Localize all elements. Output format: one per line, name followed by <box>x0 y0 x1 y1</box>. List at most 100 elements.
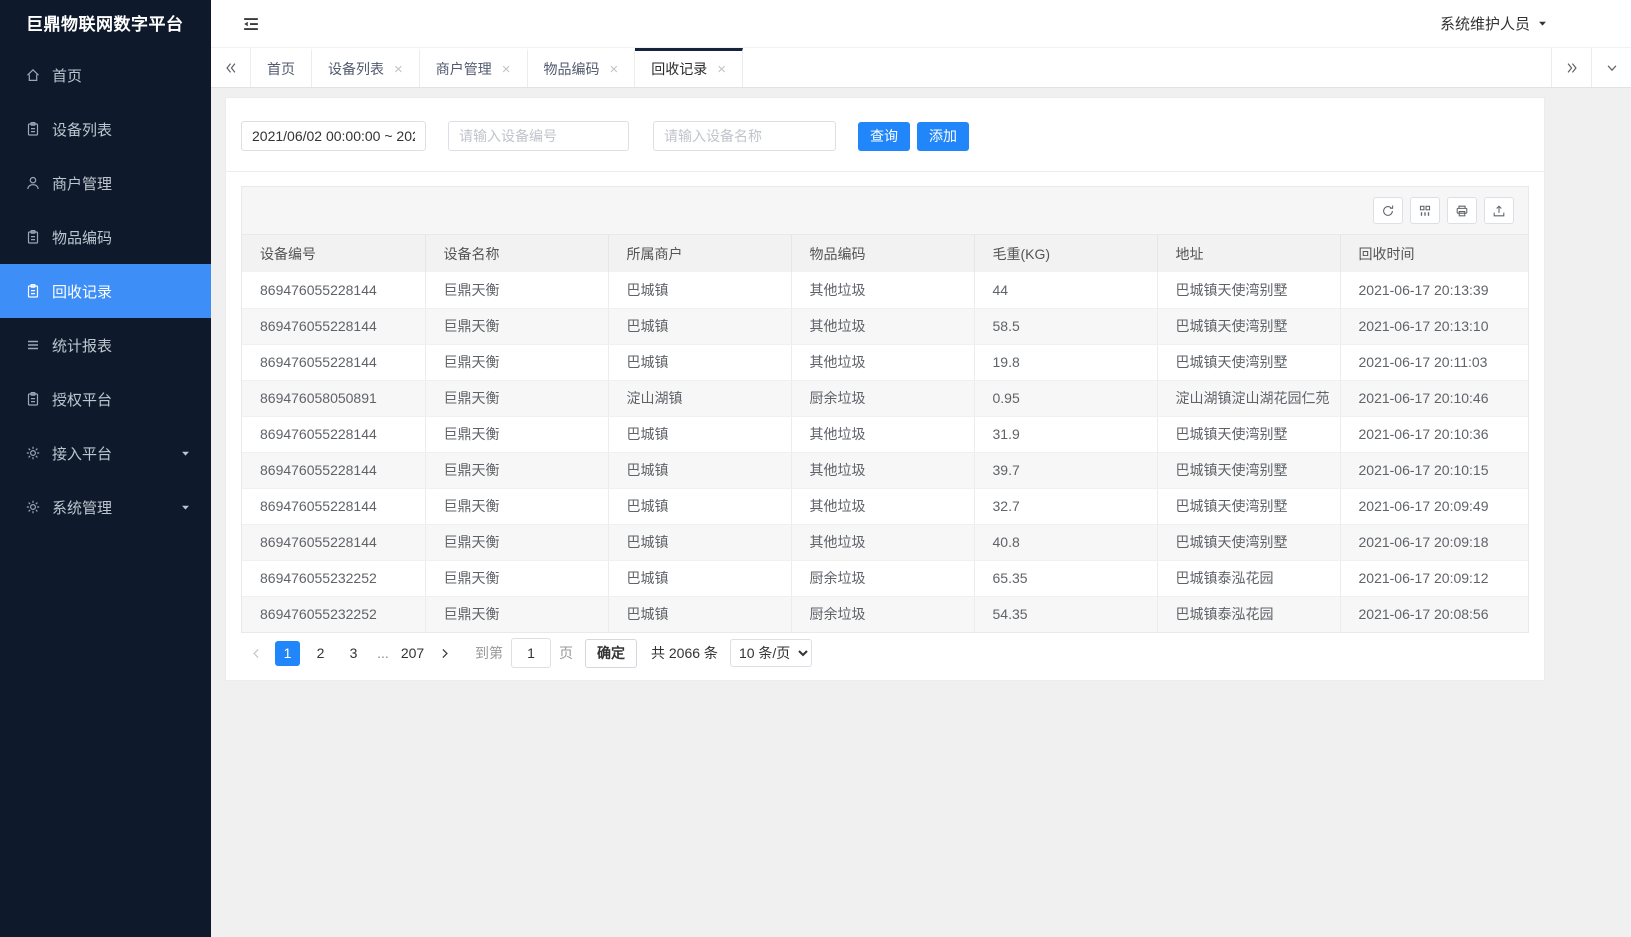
page-content: 查询 添加 设备编号设备名称所属商户物品编码毛重(KG)地址回收时间 86947… <box>211 88 1631 937</box>
table-cell: 巴城镇 <box>608 308 791 344</box>
top-header: 系统维护人员 <box>211 0 1631 48</box>
table-cell: 869476055228144 <box>242 488 425 524</box>
sidebar-item-recycle-records[interactable]: 回收记录 <box>0 264 211 318</box>
device-no-input[interactable] <box>448 121 629 151</box>
tab-close-icon[interactable]: × <box>717 62 726 77</box>
tabs-scroll-right-icon[interactable] <box>1551 48 1591 87</box>
table-block: 设备编号设备名称所属商户物品编码毛重(KG)地址回收时间 86947605522… <box>241 186 1529 633</box>
tabbar: 首页设备列表×商户管理× 物品编码 × 回收记录 × <box>211 48 1631 88</box>
sidebar-item-device-list[interactable]: 设备列表 <box>0 102 211 156</box>
table-cell: 巴城镇天使湾别墅 <box>1157 416 1340 452</box>
table-cell: 39.7 <box>974 452 1157 488</box>
table-cell: 2021-06-17 20:10:15 <box>1340 452 1528 488</box>
sidebar-item-label: 回收记录 <box>52 281 112 302</box>
user-menu[interactable]: 系统维护人员 <box>1440 13 1548 34</box>
page-number-1[interactable]: 1 <box>275 641 300 666</box>
table-cell: 其他垃圾 <box>791 524 974 560</box>
gear-icon <box>25 499 41 515</box>
device-name-input[interactable] <box>653 121 836 151</box>
table-cell: 巴城镇 <box>608 596 791 632</box>
table-cell: 巨鼎天衡 <box>425 560 608 596</box>
table-cell: 淀山湖镇淀山湖花园仁苑 <box>1157 380 1340 416</box>
table-cell: 巴城镇天使湾别墅 <box>1157 524 1340 560</box>
next-page-icon[interactable] <box>433 647 455 660</box>
grid-toolbar <box>242 187 1528 235</box>
table-cell: 869476055228144 <box>242 452 425 488</box>
export-button[interactable] <box>1484 197 1514 224</box>
sidebar-item-access-platform[interactable]: 接入平台 <box>0 426 211 480</box>
table-cell: 2021-06-17 20:13:10 <box>1340 308 1528 344</box>
sidebar-item-statistics-report[interactable]: 统计报表 <box>0 318 211 372</box>
tab-label: 回收记录 <box>651 59 707 79</box>
table-row: 869476055232252巨鼎天衡巴城镇厨余垃圾65.35巴城镇泰泓花园20… <box>242 560 1528 596</box>
table-cell: 32.7 <box>974 488 1157 524</box>
table-cell: 19.8 <box>974 344 1157 380</box>
tabbar-right-controls <box>1551 48 1631 87</box>
tab-close-icon[interactable]: × <box>394 62 403 77</box>
table-cell: 2021-06-17 20:10:36 <box>1340 416 1528 452</box>
table-cell: 巴城镇 <box>608 416 791 452</box>
tab-close-icon[interactable]: × <box>502 62 511 77</box>
tab-device-list[interactable]: 设备列表× <box>312 48 420 87</box>
refresh-icon <box>1381 204 1395 218</box>
table-cell: 869476055228144 <box>242 344 425 380</box>
tab-recycle-records[interactable]: 回收记录 × <box>635 48 743 87</box>
columns-icon <box>1418 204 1432 218</box>
table-cell: 2021-06-17 20:13:39 <box>1340 272 1528 308</box>
gear-icon <box>25 445 41 461</box>
collapse-sidebar-icon[interactable] <box>240 13 262 35</box>
page-number-3[interactable]: 3 <box>341 641 366 666</box>
table-cell: 巨鼎天衡 <box>425 272 608 308</box>
print-button[interactable] <box>1447 197 1477 224</box>
goto-confirm-button[interactable]: 确定 <box>585 639 637 668</box>
table-header-row: 设备编号设备名称所属商户物品编码毛重(KG)地址回收时间 <box>242 235 1528 272</box>
caret-down-icon <box>180 502 191 513</box>
sidebar-item-merchant-management[interactable]: 商户管理 <box>0 156 211 210</box>
tab-close-icon[interactable]: × <box>610 62 619 77</box>
tabs-scroll-left-icon[interactable] <box>211 48 251 87</box>
table-cell: 其他垃圾 <box>791 308 974 344</box>
sidebar-item-home[interactable]: 首页 <box>0 48 211 102</box>
table-row: 869476055228144巨鼎天衡巴城镇其他垃圾44巴城镇天使湾别墅2021… <box>242 272 1528 308</box>
sidebar-item-item-code[interactable]: 物品编码 <box>0 210 211 264</box>
sidebar-item-system-management[interactable]: 系统管理 <box>0 480 211 534</box>
tabs-menu-chevron-down-icon[interactable] <box>1591 48 1631 87</box>
table-cell: 巴城镇天使湾别墅 <box>1157 452 1340 488</box>
table-row: 869476055228144巨鼎天衡巴城镇其他垃圾31.9巴城镇天使湾别墅20… <box>242 416 1528 452</box>
print-icon <box>1455 204 1469 218</box>
tab-label: 物品编码 <box>544 59 600 79</box>
table-cell: 其他垃圾 <box>791 272 974 308</box>
sidebar: 巨鼎物联网数字平台 首页设备列表商户管理物品编码回收记录统计报表授权平台接入平台… <box>0 0 211 937</box>
table-cell: 869476055228144 <box>242 524 425 560</box>
total-records-label: 共 2066 条 <box>651 643 718 663</box>
refresh-button[interactable] <box>1373 197 1403 224</box>
tab-item-code[interactable]: 物品编码 × <box>528 48 636 87</box>
sidebar-item-authorization-platform[interactable]: 授权平台 <box>0 372 211 426</box>
sidebar-item-label: 商户管理 <box>52 173 112 194</box>
add-button[interactable]: 添加 <box>917 122 969 151</box>
tab-merchant-mgmt[interactable]: 商户管理× <box>420 48 528 87</box>
home-icon <box>25 67 41 83</box>
table-cell: 0.95 <box>974 380 1157 416</box>
export-icon <box>1492 204 1506 218</box>
tab-home[interactable]: 首页 <box>251 48 312 87</box>
table-cell: 2021-06-17 20:09:49 <box>1340 488 1528 524</box>
page-number-207[interactable]: 207 <box>400 641 425 666</box>
page-size-select[interactable]: 10 条/页 <box>730 639 812 667</box>
table-cell: 2021-06-17 20:09:18 <box>1340 524 1528 560</box>
query-button[interactable]: 查询 <box>858 122 910 151</box>
prev-page-icon[interactable] <box>245 647 267 660</box>
table-cell: 巨鼎天衡 <box>425 308 608 344</box>
user-role-label: 系统维护人员 <box>1440 13 1530 34</box>
table-cell: 869476055228144 <box>242 308 425 344</box>
sidebar-item-label: 物品编码 <box>52 227 112 248</box>
columns-button[interactable] <box>1410 197 1440 224</box>
table-cell: 巴城镇天使湾别墅 <box>1157 272 1340 308</box>
table-cell: 869476058050891 <box>242 380 425 416</box>
sidebar-menu: 首页设备列表商户管理物品编码回收记录统计报表授权平台接入平台系统管理 <box>0 48 211 534</box>
page-number-2[interactable]: 2 <box>308 641 333 666</box>
goto-page-input[interactable] <box>511 638 551 668</box>
table-cell: 巴城镇天使湾别墅 <box>1157 308 1340 344</box>
column-header: 设备编号 <box>242 235 425 272</box>
date-range-input[interactable] <box>241 121 426 151</box>
